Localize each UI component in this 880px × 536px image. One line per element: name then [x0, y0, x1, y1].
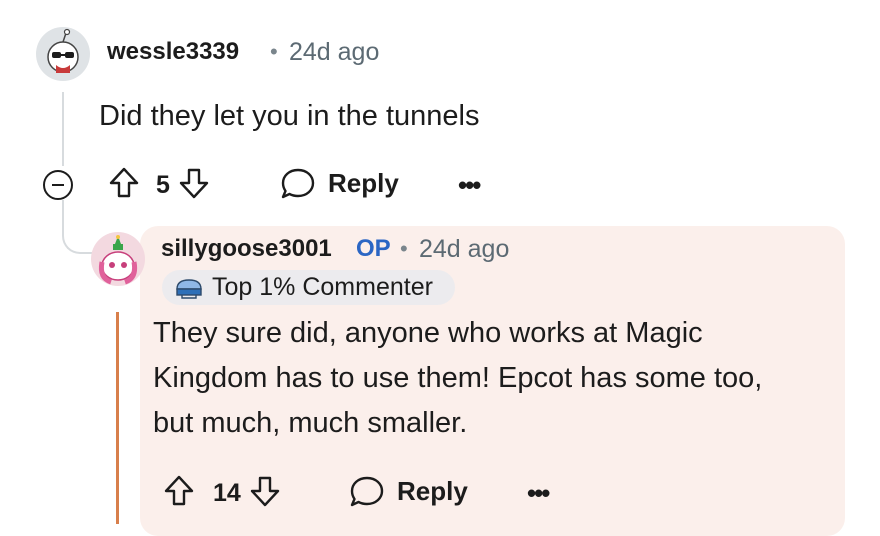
downvote-button[interactable] [178, 166, 210, 205]
reply-body-line: They sure did, anyone who works at Magic [153, 317, 703, 349]
vote-count: 5 [156, 171, 170, 199]
meta-separator: • [270, 39, 278, 64]
minus-icon [52, 184, 64, 186]
speech-bubble-icon [281, 168, 315, 199]
reply-body: They sure did, anyone who works at Magic… [153, 311, 762, 446]
reply-timestamp[interactable]: 24d ago [419, 235, 509, 264]
reply-button[interactable]: Reply [280, 166, 399, 200]
reply-body-line: Kingdom has to use them! Epcot has some … [153, 362, 763, 394]
comment-username[interactable]: wessle3339 [107, 38, 239, 66]
user-flair[interactable]: Top 1% Commenter [162, 270, 455, 305]
commenter-badge-icon [176, 278, 202, 299]
flair-label: Top 1% Commenter [212, 273, 433, 301]
more-options-button[interactable]: ••• [458, 170, 481, 201]
reply-label: Reply [397, 475, 468, 506]
reply-accent-bar [116, 312, 119, 524]
meta-separator: • [400, 236, 408, 261]
upvote-arrow-icon [109, 167, 139, 198]
downvote-arrow-icon [250, 476, 280, 507]
reply-body-line: but much, much smaller. [153, 407, 468, 439]
upvote-button[interactable] [163, 474, 195, 513]
downvote-button[interactable] [249, 474, 281, 513]
speech-bubble-icon [350, 476, 384, 507]
op-badge: OP [356, 235, 391, 262]
comment-vote-bar: 5 [108, 166, 210, 205]
avatar[interactable] [36, 27, 90, 81]
downvote-arrow-icon [179, 168, 209, 199]
snoo-avatar-icon [47, 28, 79, 73]
upvote-button[interactable] [108, 166, 140, 205]
reply-username[interactable]: sillygoose3001 [161, 235, 332, 263]
avatar[interactable] [91, 232, 145, 286]
snoo-avatar-icon [98, 235, 138, 285]
reply-button[interactable]: Reply [349, 474, 468, 508]
vote-count: 14 [213, 479, 241, 507]
reply-label: Reply [328, 167, 399, 198]
more-options-button[interactable]: ••• [527, 478, 550, 509]
reply-vote-bar: 14 [163, 474, 281, 513]
upvote-arrow-icon [164, 475, 194, 506]
thread-line[interactable] [62, 92, 64, 166]
collapse-thread-button[interactable] [43, 170, 73, 200]
thread-connector [62, 200, 96, 254]
comment-body: Did they let you in the tunnels [99, 100, 480, 132]
comment-timestamp[interactable]: 24d ago [289, 38, 379, 67]
